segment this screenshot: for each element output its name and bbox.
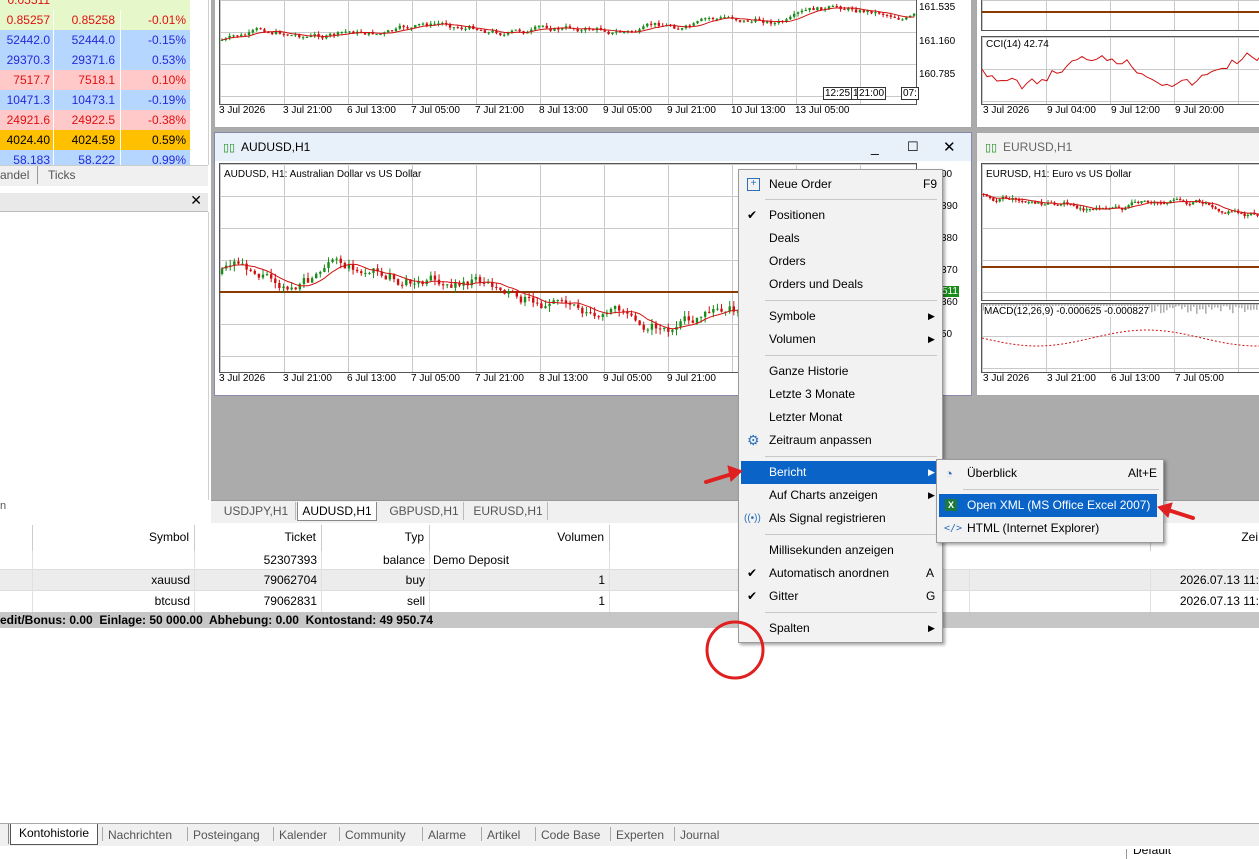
red-arrow-right [1157,502,1195,520]
red-arrow-left [704,465,743,484]
red-circle-highlight [705,620,765,680]
annotation-overlay [704,465,1195,680]
